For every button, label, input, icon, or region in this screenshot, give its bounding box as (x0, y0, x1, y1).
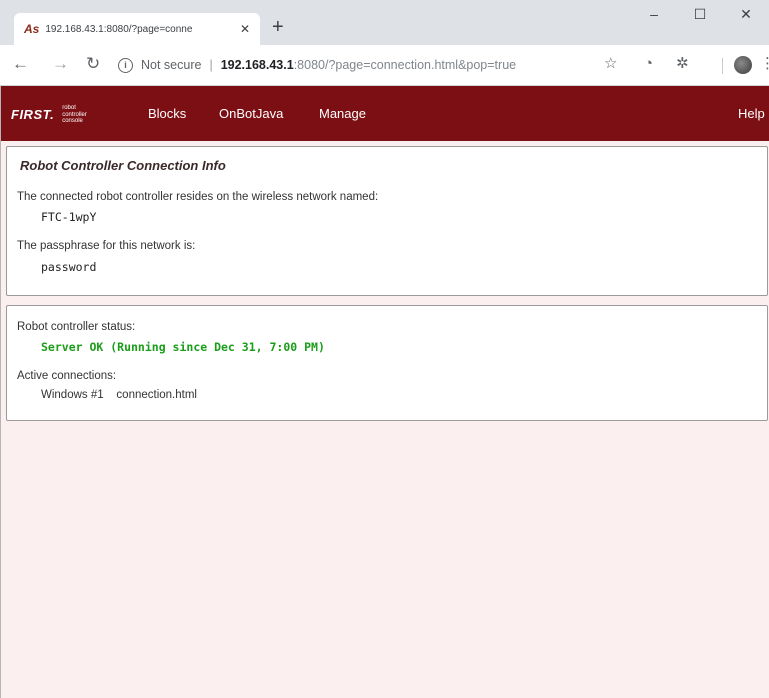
panel-title: Robot Controller Connection Info (20, 158, 226, 173)
nav-link-blocks[interactable]: Blocks (148, 106, 186, 122)
menu-icon[interactable]: ⋮ (760, 56, 769, 72)
favicon-icon: As (24, 22, 40, 36)
passphrase-label: The passphrase for this network is: (17, 240, 196, 252)
new-tab-button[interactable]: + (272, 17, 284, 37)
tab-close-icon[interactable]: ✕ (240, 22, 250, 36)
browser-tab[interactable]: As 192.168.43.1:8080/?page=conne ✕ (14, 13, 260, 45)
logo-first-text: FIRST. (11, 107, 55, 123)
first-logo[interactable]: FIRST. robot controller console (11, 105, 102, 125)
connection-page: connection.html (116, 389, 197, 401)
status-value: Server OK (Running since Dec 31, 7:00 PM… (41, 340, 325, 354)
toolbar-divider (722, 58, 723, 74)
connection-client: Windows #1 (41, 389, 104, 401)
page-content: FIRST. robot controller console Blocks O… (0, 86, 769, 698)
omnibox-separator: | (209, 58, 213, 72)
nav-link-manage[interactable]: Manage (319, 106, 366, 122)
network-label: The connected robot controller resides o… (17, 191, 379, 203)
info-icon[interactable]: i (118, 57, 133, 73)
puzzle-icon[interactable]: ✲ (676, 56, 689, 72)
forward-icon[interactable]: → (52, 54, 69, 74)
browser-tab-strip: As 192.168.43.1:8080/?page=conne ✕ + – ☐… (0, 0, 769, 45)
url-host: 192.168.43.1 (220, 58, 294, 72)
status-panel: Robot controller status: Server OK (Runn… (6, 305, 768, 421)
connection-item: Windows #1 connection.html (41, 389, 197, 401)
nav-link-onbotjava[interactable]: OnBotJava (219, 106, 283, 122)
logo-subtitle: robot controller console (62, 105, 87, 124)
passphrase-value: password (41, 260, 97, 274)
url-path: :8080/?page=connection.html&pop=true (293, 58, 517, 72)
browser-toolbar: ← → ↻ i Not secure | 192.168.43.1 :8080/… (0, 45, 769, 86)
star-icon[interactable]: ☆ (604, 56, 617, 72)
app-navbar: FIRST. robot controller console Blocks O… (1, 86, 769, 141)
nav-link-help[interactable]: Help (738, 106, 765, 122)
reload-icon[interactable]: ↻ (86, 54, 100, 74)
maximize-button[interactable]: ☐ (677, 6, 723, 23)
close-window-button[interactable]: ✕ (723, 6, 769, 23)
status-label: Robot controller status: (17, 321, 136, 333)
avatar[interactable] (734, 56, 752, 74)
connections-label: Active connections: (17, 370, 117, 382)
minimize-button[interactable]: – (631, 6, 677, 23)
tab-title: 192.168.43.1:8080/?page=conne (45, 23, 193, 35)
window-controls: – ☐ ✕ (631, 6, 769, 23)
address-bar[interactable]: i Not secure | 192.168.43.1 :8080/?page=… (118, 51, 598, 79)
back-icon[interactable]: ← (12, 54, 29, 74)
security-label: Not secure (141, 58, 202, 72)
connection-info-panel: Robot Controller Connection Info The con… (6, 146, 768, 296)
extension-icon[interactable]: ◔ (644, 56, 653, 72)
network-name: FTC-1wpY (41, 210, 97, 224)
